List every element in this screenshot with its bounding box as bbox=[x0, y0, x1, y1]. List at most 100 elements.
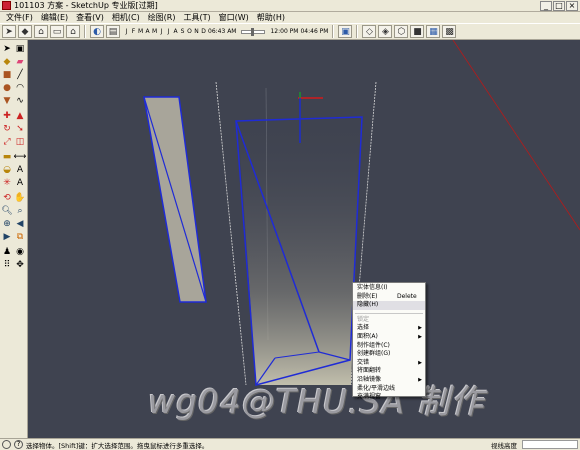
wireframe-style-icon[interactable]: ◈ bbox=[378, 25, 393, 38]
context-menu-item[interactable]: 沿轴镜像 ▶ bbox=[353, 376, 425, 385]
rectangle-tool-icon[interactable]: ■ bbox=[1, 69, 13, 81]
menu-camera[interactable]: 相机(C) bbox=[108, 12, 144, 23]
context-menu-item[interactable]: 隐藏(H) bbox=[353, 301, 425, 310]
help-icon[interactable]: ? bbox=[14, 440, 23, 449]
context-menu-separator bbox=[355, 310, 423, 314]
component-tool-icon[interactable]: ▣ bbox=[14, 43, 26, 55]
paint-bucket-icon[interactable]: ◆ bbox=[18, 25, 32, 38]
context-menu-item-label: 创建群组(G) bbox=[357, 350, 391, 358]
submenu-arrow-icon: ▶ bbox=[418, 376, 422, 383]
minimize-button[interactable]: _ bbox=[540, 0, 552, 11]
context-menu-item[interactable]: 创建群组(G) bbox=[353, 350, 425, 359]
status-message: 选择物体。[Shift]键：扩大选择范围。拖曳鼠标进行多重选择。 bbox=[26, 441, 209, 450]
dimension-tool-icon[interactable]: ⟷ bbox=[14, 151, 27, 163]
offset-tool-icon[interactable]: ◫ bbox=[14, 136, 26, 148]
monochrome-style-icon[interactable]: ▩ bbox=[442, 25, 457, 38]
followme-tool-icon[interactable]: ➘ bbox=[14, 123, 26, 135]
polygon-tool-icon[interactable]: ▼ bbox=[1, 95, 13, 107]
measurements-box[interactable] bbox=[522, 440, 578, 449]
context-menu-item-label: 交错 bbox=[357, 358, 370, 366]
top-toolbar: ➤ ◆ ⌂ ▭ ⌂ ◐ ▤ J F M A M J J A S O N D 06… bbox=[0, 23, 580, 40]
context-menu-item[interactable]: 实体信息(I) bbox=[353, 284, 425, 293]
context-menu: 实体信息(I) 删除(E) Delete 隐藏(H) 锁定 选择 ▶ 面积(A) ▶ 制作组件(C… bbox=[352, 282, 426, 400]
circle-tool-icon[interactable]: ● bbox=[1, 82, 13, 94]
context-menu-item[interactable]: 充满视窗 bbox=[353, 393, 425, 402]
shadow-settings-icon[interactable]: ◐ bbox=[90, 25, 104, 38]
right-view-icon[interactable]: ⌂ bbox=[66, 25, 80, 38]
context-menu-item[interactable]: 面积(A) ▶ bbox=[353, 333, 425, 342]
fog-icon[interactable]: ▤ bbox=[106, 25, 120, 38]
menu-bar: 文件(F) 编辑(E) 查看(V) 相机(C) 绘图(R) 工具(T) 窗口(W… bbox=[0, 12, 580, 23]
compass-icon[interactable]: ✥ bbox=[14, 259, 26, 271]
axes-tool-icon[interactable]: ✳ bbox=[1, 177, 13, 189]
context-menu-item[interactable]: 删除(E) Delete bbox=[353, 293, 425, 302]
hidden-line-style-icon[interactable]: ⬡ bbox=[394, 25, 409, 38]
geo-location-icon[interactable] bbox=[2, 440, 11, 449]
move-tool-icon[interactable]: ✚ bbox=[1, 110, 13, 122]
context-menu-item-label: 沿轴镜像 bbox=[357, 375, 382, 383]
month-label: J bbox=[160, 28, 163, 35]
zoom-tool-icon[interactable]: 🔍︎ bbox=[1, 205, 13, 217]
line-tool-icon[interactable]: ╱ bbox=[14, 69, 26, 81]
submenu-arrow-icon: ▶ bbox=[418, 333, 422, 340]
select-tool-icon[interactable]: ➤ bbox=[1, 43, 13, 55]
context-menu-item-label: 柔化/平滑边线 bbox=[357, 384, 396, 392]
pan-tool-icon[interactable]: ✋ bbox=[14, 192, 26, 204]
text-tool-icon[interactable]: A bbox=[14, 164, 26, 176]
menu-draw[interactable]: 绘图(R) bbox=[144, 12, 180, 23]
position-camera-icon[interactable]: ♟ bbox=[1, 246, 13, 258]
3d-text-tool-icon[interactable]: A bbox=[14, 177, 26, 189]
xray-style-icon[interactable]: ◇ bbox=[362, 25, 377, 38]
protractor-tool-icon[interactable]: ◒ bbox=[1, 164, 13, 176]
arc-tool-icon[interactable]: ◠ bbox=[14, 82, 26, 94]
time-slider[interactable] bbox=[241, 27, 266, 36]
textured-style-icon[interactable]: ▦ bbox=[426, 25, 441, 38]
box-interior bbox=[238, 118, 361, 385]
select-arrow-icon[interactable]: ➤ bbox=[2, 25, 16, 38]
menu-edit[interactable]: 编辑(E) bbox=[37, 12, 72, 23]
context-menu-shortcut: Delete bbox=[397, 292, 417, 300]
left-tool-palette: ➤ ▣ ◆ ▰ ■ ╱ ● ◠ ▼ ∿ ✚ ▲ ↻ ➘ ⤢ ◫ ▬ ⟷ ◒ A ✳ A ⟲ ✋ 🔍︎ ⌕ … bbox=[0, 40, 28, 438]
home-view-icon[interactable]: ⌂ bbox=[34, 25, 48, 38]
orbit-tool-icon[interactable]: ⟲ bbox=[1, 192, 13, 204]
menu-file[interactable]: 文件(F) bbox=[2, 12, 37, 23]
zoom-window-icon[interactable]: ⌕ bbox=[14, 205, 26, 217]
month-label: A bbox=[145, 28, 150, 35]
iso-view-icon[interactable]: ▣ bbox=[338, 25, 353, 38]
section-plane-icon[interactable]: ⧉ bbox=[14, 231, 26, 243]
shaded-style-icon[interactable]: ■ bbox=[410, 25, 425, 38]
walk-tool-icon[interactable]: ⠿ bbox=[1, 259, 13, 271]
eraser-tool-icon[interactable]: ▰ bbox=[14, 56, 26, 68]
freehand-tool-icon[interactable]: ∿ bbox=[14, 95, 26, 107]
month-label: S bbox=[180, 28, 185, 35]
previous-view-icon[interactable]: ◀ bbox=[14, 218, 26, 230]
scale-tool-icon[interactable]: ⤢ bbox=[1, 136, 13, 148]
close-button[interactable]: × bbox=[566, 0, 578, 11]
submenu-arrow-icon: ▶ bbox=[418, 359, 422, 366]
menu-view[interactable]: 查看(V) bbox=[72, 12, 108, 23]
context-menu-item-label: 选择 bbox=[357, 324, 370, 332]
menu-window[interactable]: 窗口(W) bbox=[215, 12, 253, 23]
tape-measure-icon[interactable]: ▬ bbox=[1, 151, 13, 163]
context-menu-item[interactable]: 柔化/平滑边线 bbox=[353, 385, 425, 394]
maximize-button[interactable]: □ bbox=[553, 0, 565, 11]
zoom-extents-icon[interactable]: ⊕ bbox=[1, 218, 13, 230]
context-menu-item-label: 将面翻转 bbox=[357, 367, 382, 375]
paint-tool-icon[interactable]: ◆ bbox=[1, 56, 13, 68]
rotate-tool-icon[interactable]: ↻ bbox=[1, 123, 13, 135]
menu-tools[interactable]: 工具(T) bbox=[180, 12, 215, 23]
pushpull-tool-icon[interactable]: ▲ bbox=[14, 110, 26, 122]
menu-help[interactable]: 帮助(H) bbox=[253, 12, 289, 23]
look-around-icon[interactable]: ◉ bbox=[14, 246, 26, 258]
shadow-month-bar[interactable]: J F M A M J J A S O N D bbox=[124, 28, 206, 35]
next-view-icon[interactable]: ▶ bbox=[1, 231, 13, 243]
context-menu-item[interactable]: 选择 ▶ bbox=[353, 324, 425, 333]
context-menu-item-label: 制作组件(C) bbox=[357, 341, 390, 349]
time-start-label: 06:43 AM bbox=[208, 28, 237, 35]
month-label: M bbox=[138, 28, 144, 35]
context-menu-item[interactable]: 将面翻转 bbox=[353, 367, 425, 376]
front-view-icon[interactable]: ▭ bbox=[50, 25, 64, 38]
context-menu-item[interactable]: 制作组件(C) bbox=[353, 342, 425, 351]
submenu-arrow-icon: ▶ bbox=[418, 325, 422, 332]
modeling-viewport[interactable]: wg04@THU.SA 制作 实体信息(I) 删除(E) Delete 隐藏(H) 锁定… bbox=[28, 40, 580, 438]
